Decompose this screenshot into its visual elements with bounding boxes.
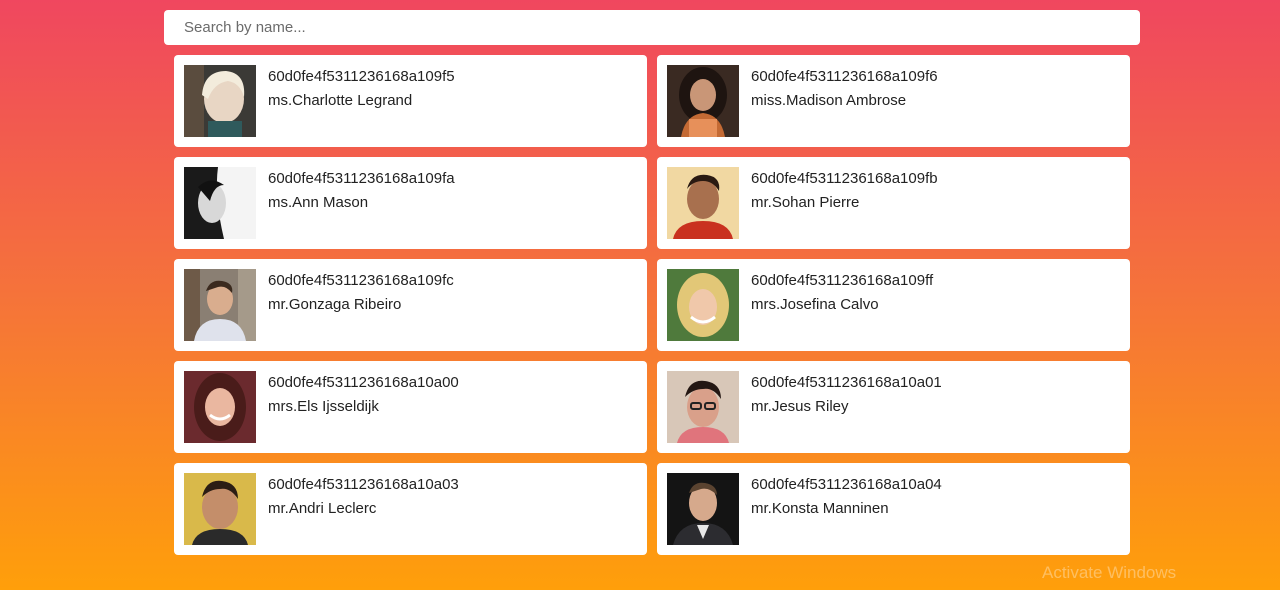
search-bar[interactable]	[164, 10, 1140, 45]
user-name: mrs.Josefina Calvo	[751, 296, 879, 313]
avatar	[184, 269, 256, 341]
user-card[interactable]: 60d0fe4f5311236168a109fa ms.Ann Mason	[174, 157, 647, 249]
user-name: mr.Andri Leclerc	[268, 500, 377, 517]
avatar	[667, 269, 739, 341]
user-id: 60d0fe4f5311236168a109fa	[268, 170, 455, 187]
user-id: 60d0fe4f5311236168a10a00	[268, 374, 459, 391]
user-card[interactable]: 60d0fe4f5311236168a10a03 mr.Andri Lecler…	[174, 463, 647, 555]
avatar	[184, 371, 256, 443]
user-id: 60d0fe4f5311236168a109f5	[268, 68, 455, 85]
activation-watermark: Activate Windows	[1042, 563, 1177, 582]
user-card[interactable]: 60d0fe4f5311236168a10a04 mr.Konsta Manni…	[657, 463, 1130, 555]
user-id: 60d0fe4f5311236168a109f6	[751, 68, 938, 85]
user-name: mr.Gonzaga Ribeiro	[268, 296, 402, 313]
user-id: 60d0fe4f5311236168a10a04	[751, 476, 942, 493]
avatar	[667, 473, 739, 545]
user-name: mr.Sohan Pierre	[751, 194, 860, 211]
user-card[interactable]: 60d0fe4f5311236168a109fc mr.Gonzaga Ribe…	[174, 259, 647, 351]
user-id: 60d0fe4f5311236168a109ff	[751, 272, 934, 289]
user-card[interactable]: 60d0fe4f5311236168a109f5 ms.Charlotte Le…	[174, 55, 647, 147]
user-name: mr.Konsta Manninen	[751, 500, 889, 517]
user-name: mrs.Els Ijsseldijk	[268, 398, 379, 415]
user-id: 60d0fe4f5311236168a10a03	[268, 476, 459, 493]
user-card[interactable]: 60d0fe4f5311236168a109f6 miss.Madison Am…	[657, 55, 1130, 147]
avatar	[667, 65, 739, 137]
user-id: 60d0fe4f5311236168a109fc	[268, 272, 454, 289]
user-card[interactable]: 60d0fe4f5311236168a109ff mrs.Josefina Ca…	[657, 259, 1130, 351]
user-id: 60d0fe4f5311236168a10a01	[751, 374, 942, 391]
user-card[interactable]: 60d0fe4f5311236168a10a01 mr.Jesus Riley	[657, 361, 1130, 453]
avatar	[667, 371, 739, 443]
user-name: miss.Madison Ambrose	[751, 92, 907, 109]
avatar	[667, 167, 739, 239]
user-card[interactable]: 60d0fe4f5311236168a109fb mr.Sohan Pierre	[657, 157, 1130, 249]
user-name: ms.Ann Mason	[268, 194, 369, 211]
user-list: 60d0fe4f5311236168a109f5 ms.Charlotte Le…	[174, 55, 1130, 555]
user-id: 60d0fe4f5311236168a109fb	[751, 170, 938, 187]
user-name: mr.Jesus Riley	[751, 398, 849, 415]
user-card[interactable]: 60d0fe4f5311236168a10a00 mrs.Els Ijsseld…	[174, 361, 647, 453]
avatar	[184, 167, 256, 239]
avatar	[184, 65, 256, 137]
avatar	[184, 473, 256, 545]
search-input[interactable]	[184, 19, 1140, 36]
user-name: ms.Charlotte Legrand	[268, 92, 413, 109]
